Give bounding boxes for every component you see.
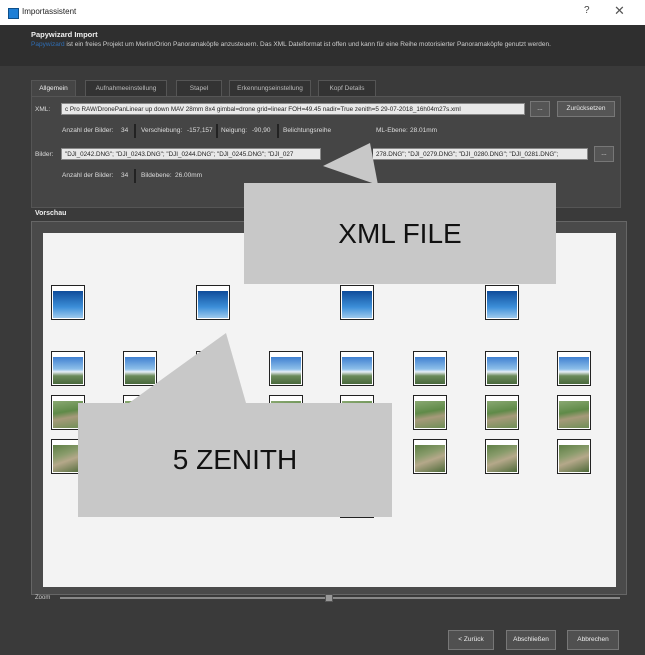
- import-wizard-window: Importassistent ? ✕ Papywizard Import Pa…: [0, 0, 645, 655]
- xml-file-callout: XML FILE: [244, 183, 556, 284]
- zenith-callout-pointer: [129, 333, 246, 403]
- callout-pointers: [129, 143, 378, 403]
- xml-callout-pointer: [323, 143, 378, 185]
- zenith-callout: 5 ZENITH: [78, 403, 392, 517]
